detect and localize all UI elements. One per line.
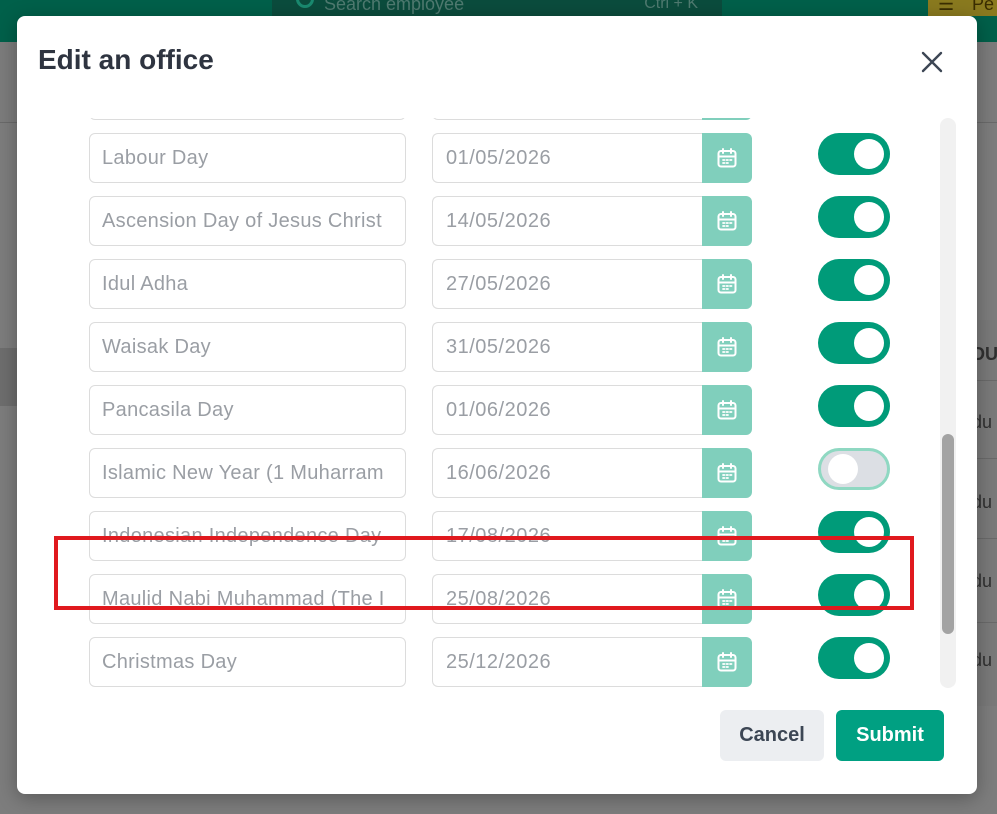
holiday-row: Maulid Nabi Muhammad (The I 25/08/2026 [17,574,957,626]
calendar-button[interactable] [702,259,752,309]
background-row-highlight [0,348,18,406]
calendar-icon [717,211,737,231]
submit-button[interactable]: Submit [836,710,944,761]
holiday-date-input[interactable]: 17/08/2026 [432,511,702,561]
holiday-name-input[interactable]: Indonesian Independence Day [89,511,406,561]
toggle-knob [854,202,884,232]
holiday-date-input[interactable]: 27/05/2026 [432,259,702,309]
toggle-knob [854,517,884,547]
calendar-button[interactable] [702,133,752,183]
close-icon [921,51,943,73]
holiday-date-input[interactable] [432,118,702,120]
holiday-toggle[interactable] [818,133,890,175]
calendar-button[interactable] [702,448,752,498]
search-icon [296,0,314,8]
toggle-knob [854,391,884,421]
toggle-knob [854,328,884,358]
holiday-toggle[interactable] [818,322,890,364]
holiday-row: Waisak Day 31/05/2026 [17,322,957,374]
holiday-name-input[interactable]: Labour Day [89,133,406,183]
holiday-date-input[interactable]: 25/08/2026 [432,574,702,624]
calendar-button[interactable] [702,637,752,687]
calendar-icon [717,463,737,483]
holiday-row: Ascension Day of Jesus Christ 14/05/2026 [17,196,957,248]
holiday-name-input[interactable]: Maulid Nabi Muhammad (The I [89,574,406,624]
cancel-button[interactable]: Cancel [720,710,824,761]
calendar-button[interactable] [702,574,752,624]
holiday-row: Idul Adha 27/05/2026 [17,259,957,311]
holiday-date-input[interactable]: 16/06/2026 [432,448,702,498]
calendar-icon [717,337,737,357]
calendar-icon [717,526,737,546]
calendar-icon [717,148,737,168]
holiday-date-input[interactable]: 01/05/2026 [432,133,702,183]
list-icon: ☰ [938,0,955,14]
holiday-row [17,118,957,122]
holiday-toggle[interactable] [818,385,890,427]
calendar-button[interactable] [702,511,752,561]
calendar-icon [717,400,737,420]
holiday-name-input[interactable]: Ascension Day of Jesus Christ [89,196,406,246]
modal-title: Edit an office [38,44,214,75]
toggle-knob [854,265,884,295]
holiday-list[interactable]: Labour Day 01/05/2026 Ascension Day of J… [17,118,957,702]
holiday-row: Islamic New Year (1 Muharram 16/06/2026 [17,448,957,500]
holiday-row: Christmas Day 25/12/2026 [17,637,957,689]
holiday-date-input[interactable]: 14/05/2026 [432,196,702,246]
edit-office-modal: Edit an office Labour Day 01/05/2026 Asc… [17,16,977,794]
top-right-chip[interactable]: ☰ Pe [928,0,997,16]
calendar-icon [717,274,737,294]
holiday-row: Pancasila Day 01/06/2026 [17,385,957,437]
holiday-toggle[interactable] [818,511,890,553]
holiday-row: Indonesian Independence Day 17/08/2026 [17,511,957,563]
calendar-icon [717,589,737,609]
toggle-knob [854,139,884,169]
holiday-name-input[interactable]: Islamic New Year (1 Muharram [89,448,406,498]
holiday-date-input[interactable]: 01/06/2026 [432,385,702,435]
search-placeholder: Search employee [324,0,465,14]
holiday-name-input[interactable]: Pancasila Day [89,385,406,435]
calendar-button[interactable] [702,118,752,120]
employee-search[interactable]: Search employee Ctrl + K [272,0,722,16]
toggle-knob [854,643,884,673]
toggle-knob [828,454,858,484]
scrollbar-thumb[interactable] [942,434,954,634]
holiday-toggle[interactable] [818,448,890,490]
holiday-date-input[interactable]: 25/12/2026 [432,637,702,687]
holiday-name-input[interactable]: Waisak Day [89,322,406,372]
holiday-name-input[interactable]: Christmas Day [89,637,406,687]
holiday-toggle[interactable] [818,259,890,301]
toggle-knob [854,580,884,610]
search-shortcut: Ctrl + K [644,0,698,12]
calendar-icon [717,652,737,672]
holiday-date-input[interactable]: 31/05/2026 [432,322,702,372]
close-button[interactable] [916,46,948,78]
holiday-toggle[interactable] [818,196,890,238]
holiday-toggle[interactable] [818,637,890,679]
holiday-row: Labour Day 01/05/2026 [17,133,957,185]
holiday-name-input[interactable]: Idul Adha [89,259,406,309]
holiday-name-input[interactable] [89,118,406,120]
holiday-toggle[interactable] [818,574,890,616]
chip-label: Pe [972,0,995,14]
calendar-button[interactable] [702,196,752,246]
calendar-button[interactable] [702,385,752,435]
calendar-button[interactable] [702,322,752,372]
